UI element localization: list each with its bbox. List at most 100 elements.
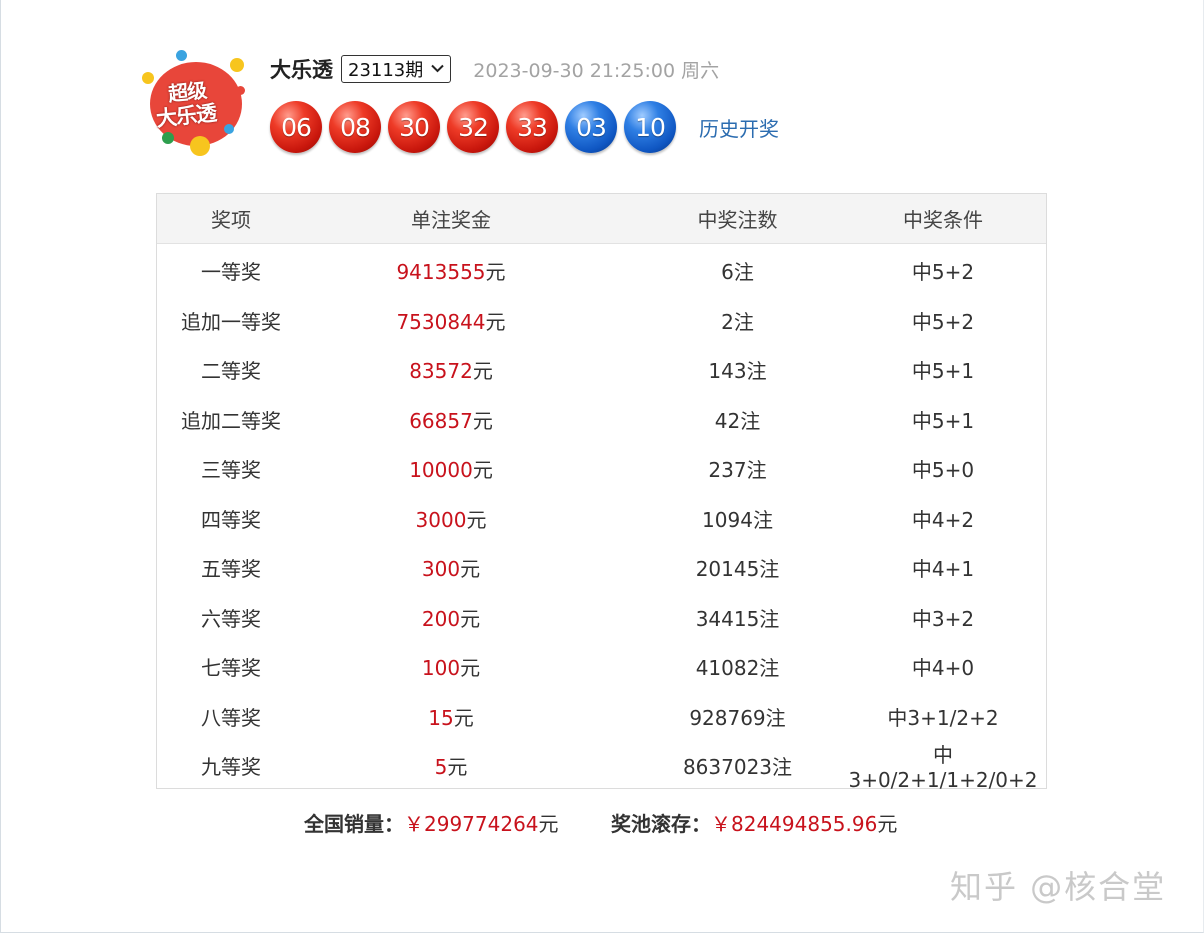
amount-value: 3000 xyxy=(415,507,467,532)
chevron-down-icon xyxy=(431,62,444,76)
win-condition: 中4+0 xyxy=(911,656,975,681)
winner-count: 928769注 xyxy=(689,705,786,730)
winner-count: 8637023注 xyxy=(682,755,793,780)
amount-unit: 元 xyxy=(460,606,481,631)
amount-value: 200 xyxy=(421,606,461,631)
table-header-row: 奖项 单注奖金 中奖注数 中奖条件 xyxy=(157,194,1046,244)
amount-value: 15 xyxy=(428,705,454,730)
table-row: 七等奖 100元 41082注 中4+0 xyxy=(157,642,1046,692)
win-condition: 中3+2 xyxy=(911,606,975,631)
table-body: 一等奖 9413555元 6注 中5+2 追加一等奖 7530844元 2注 中… xyxy=(157,246,1046,793)
back-ball: 10 xyxy=(624,101,676,153)
win-condition: 中5+2 xyxy=(911,309,975,334)
amount-value: 100 xyxy=(421,656,461,681)
game-name: 大乐透 xyxy=(270,58,333,82)
win-condition: 中3+1/2+2 xyxy=(887,705,999,730)
prize-amount: 10000元 xyxy=(305,454,597,483)
winning-numbers: 06 08 30 32 33 03 10 历史开奖 xyxy=(270,101,779,153)
prize-name: 一等奖 xyxy=(201,260,261,285)
pool-unit: 元 xyxy=(877,812,898,836)
issue-select[interactable]: 23113期 xyxy=(341,55,452,83)
logo-text-line2: 大乐透 xyxy=(155,100,218,132)
amount-unit: 元 xyxy=(460,656,481,681)
prize-name: 四等奖 xyxy=(201,507,261,532)
prize-name: 五等奖 xyxy=(201,557,261,582)
prize-name: 追加二等奖 xyxy=(181,408,281,433)
amount-value: 7530844 xyxy=(396,309,486,334)
table-row: 九等奖 5元 8637023注 中3+0/2+1/1+2/0+2 xyxy=(157,741,1046,793)
column-header-amount: 单注奖金 xyxy=(411,208,491,232)
prize-amount: 200元 xyxy=(305,603,597,632)
sales-summary: 全国销量：￥299774264元 奖池滚存：￥824494855.96元 xyxy=(0,808,1204,838)
amount-value: 5 xyxy=(434,755,448,780)
prize-name: 七等奖 xyxy=(201,656,261,681)
pool-value: ￥824494855.96 xyxy=(711,812,878,836)
super-lotto-logo: 超级 大乐透 xyxy=(140,48,250,158)
win-condition: 中5+1 xyxy=(911,359,975,384)
prize-amount: 5元 xyxy=(305,751,597,780)
front-ball: 06 xyxy=(270,101,322,153)
prize-amount: 3000元 xyxy=(305,504,597,533)
amount-unit: 元 xyxy=(472,408,493,433)
sales-unit: 元 xyxy=(538,812,559,836)
win-condition: 中5+1 xyxy=(911,408,975,433)
history-draws-link[interactable]: 历史开奖 xyxy=(699,113,779,142)
amount-unit: 元 xyxy=(466,507,487,532)
draw-time: 2023-09-30 21:25:00 周六 xyxy=(473,59,720,82)
win-condition: 中5+0 xyxy=(911,458,975,483)
column-header-prize: 奖项 xyxy=(211,208,251,232)
table-row: 五等奖 300元 20145注 中4+1 xyxy=(157,543,1046,593)
winner-count: 41082注 xyxy=(695,656,780,681)
winner-count: 143注 xyxy=(708,359,767,384)
back-ball: 03 xyxy=(565,101,617,153)
winner-count: 34415注 xyxy=(695,606,780,631)
prize-amount: 15元 xyxy=(305,702,597,731)
table-row: 四等奖 3000元 1094注 中4+2 xyxy=(157,494,1046,544)
winner-count: 42注 xyxy=(714,408,761,433)
pool-label: 奖池滚存： xyxy=(611,812,711,836)
prize-amount: 66857元 xyxy=(305,405,597,434)
prize-amount: 100元 xyxy=(305,652,597,681)
win-condition: 中4+2 xyxy=(911,507,975,532)
table-row: 八等奖 15元 928769注 中3+1/2+2 xyxy=(157,692,1046,742)
national-sales: 全国销量：￥299774264元 xyxy=(304,808,559,837)
prize-amount: 9413555元 xyxy=(305,256,597,285)
winner-count: 20145注 xyxy=(695,557,780,582)
prize-amount: 83572元 xyxy=(305,355,597,384)
table-row: 六等奖 200元 34415注 中3+2 xyxy=(157,593,1046,643)
winner-count: 1094注 xyxy=(702,507,773,532)
column-header-count: 中奖注数 xyxy=(697,208,778,232)
win-condition: 中4+1 xyxy=(911,557,975,582)
front-ball: 08 xyxy=(329,101,381,153)
column-header-condition: 中奖条件 xyxy=(903,208,983,232)
prize-name: 二等奖 xyxy=(201,359,261,384)
amount-value: 10000 xyxy=(409,458,473,483)
table-row: 二等奖 83572元 143注 中5+1 xyxy=(157,345,1046,395)
table-row: 三等奖 10000元 237注 中5+0 xyxy=(157,444,1046,494)
win-condition: 中5+2 xyxy=(911,260,975,285)
amount-unit: 元 xyxy=(447,755,468,780)
sales-label: 全国销量： xyxy=(304,812,404,836)
prize-name: 八等奖 xyxy=(201,705,261,730)
amount-unit: 元 xyxy=(472,458,493,483)
winner-count: 2注 xyxy=(721,309,754,334)
prize-name: 六等奖 xyxy=(201,606,261,631)
amount-unit: 元 xyxy=(460,557,481,582)
amount-unit: 元 xyxy=(472,359,493,384)
issue-select-value: 23113期 xyxy=(348,60,424,81)
front-ball: 32 xyxy=(447,101,499,153)
prize-name: 九等奖 xyxy=(201,755,261,780)
draw-header: 大乐透 23113期 2023-09-30 21:25:00 周六 xyxy=(270,54,719,84)
amount-unit: 元 xyxy=(453,705,474,730)
front-ball: 33 xyxy=(506,101,558,153)
table-row: 追加二等奖 66857元 42注 中5+1 xyxy=(157,395,1046,445)
amount-unit: 元 xyxy=(485,260,506,285)
prize-name: 追加一等奖 xyxy=(181,309,281,334)
prize-table: 奖项 单注奖金 中奖注数 中奖条件 一等奖 9413555元 6注 中5+2 追… xyxy=(156,193,1047,793)
table-row: 一等奖 9413555元 6注 中5+2 xyxy=(157,246,1046,296)
prize-amount: 300元 xyxy=(305,553,597,582)
win-condition: 中3+0/2+1/1+2/0+2 xyxy=(848,743,1038,793)
winner-count: 237注 xyxy=(708,458,767,483)
prize-amount: 7530844元 xyxy=(305,306,597,335)
sales-value: ￥299774264 xyxy=(404,812,539,836)
